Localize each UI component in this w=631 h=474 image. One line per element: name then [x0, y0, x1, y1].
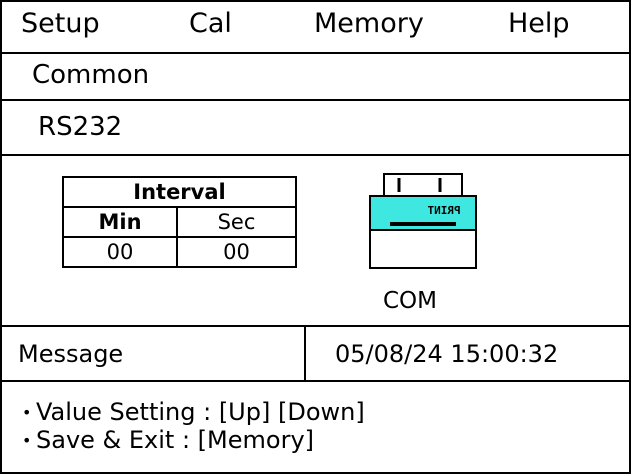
breadcrumb-rs232: RS232 [2, 101, 629, 156]
min-header: Min [62, 206, 178, 238]
menu-cal[interactable]: Cal [189, 8, 232, 40]
printer-text: PRINT [427, 204, 460, 217]
help-text-value-setting: Value Setting : [Up] [Down] [36, 398, 365, 426]
breadcrumb-common: Common [2, 54, 629, 101]
help-area: • Value Setting : [Up] [Down] • Save & Exi… [2, 382, 629, 472]
breadcrumb-level2: RS232 [38, 112, 123, 142]
menu-memory[interactable]: Memory [314, 8, 424, 40]
sec-value[interactable]: 00 [176, 236, 297, 268]
message-divider [304, 327, 306, 380]
message-label: Message [18, 340, 124, 368]
sec-header: Sec [176, 206, 297, 238]
bullet-icon: • [22, 431, 32, 450]
com-port-label: COM [383, 288, 438, 314]
datetime-display: 05/08/24 15:00:32 [335, 340, 559, 368]
device-screen: Setup Cal Memory Help Common RS232 Inter… [0, 0, 631, 474]
help-line-save-exit: • Save & Exit : [Memory] [22, 426, 314, 455]
menu-help[interactable]: Help [508, 8, 570, 40]
menu-bar: Setup Cal Memory Help [2, 2, 629, 54]
help-line-value-setting: • Value Setting : [Up] [Down] [22, 398, 365, 427]
help-text-save-exit: Save & Exit : [Memory] [36, 426, 315, 454]
menu-setup[interactable]: Setup [21, 8, 100, 40]
bullet-icon: • [22, 403, 32, 422]
breadcrumb-level1: Common [32, 60, 150, 90]
settings-panel: Interval Min Sec 00 00 PRINT COM [2, 156, 629, 327]
message-bar: Message 05/08/24 15:00:32 [2, 327, 629, 382]
interval-title: Interval [62, 176, 297, 208]
printer-icon: PRINT [369, 173, 477, 269]
interval-table: Interval Min Sec 00 00 [62, 176, 297, 268]
min-value[interactable]: 00 [62, 236, 178, 268]
